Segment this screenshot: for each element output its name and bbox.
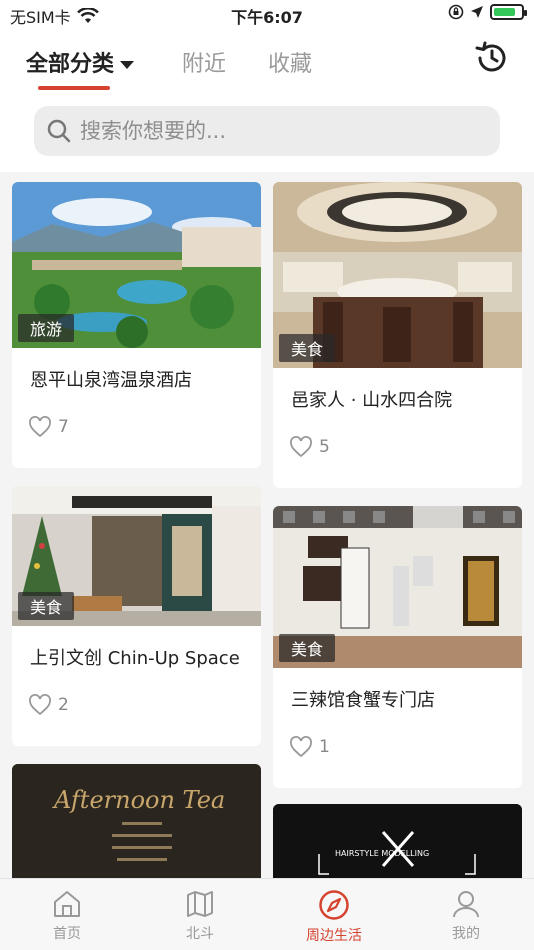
- dining-hall-photo: 美食: [273, 506, 522, 668]
- category-badge: 美食: [18, 592, 75, 620]
- category-badge: 旅游: [18, 314, 75, 342]
- history-icon[interactable]: [474, 40, 510, 76]
- compass-icon: [319, 890, 349, 920]
- profile-icon: [453, 891, 479, 918]
- like-row[interactable]: 7: [12, 392, 261, 456]
- tab-beidou[interactable]: 北斗: [155, 889, 245, 943]
- afternoon-tea-photo: Afternoon Tea: [12, 764, 261, 878]
- search-input[interactable]: [80, 119, 460, 143]
- battery-icon: [490, 4, 527, 20]
- battery-level: [494, 8, 515, 16]
- heart-icon[interactable]: [28, 416, 52, 438]
- location-icon: [471, 6, 483, 18]
- heart-icon[interactable]: [28, 694, 52, 716]
- tab-favorites[interactable]: 收藏: [268, 46, 312, 78]
- like-count: 1: [319, 737, 330, 757]
- search-bar[interactable]: [34, 106, 500, 156]
- tab-profile[interactable]: 我的: [421, 889, 511, 943]
- tab-nearby-life-label: 周边生活: [306, 928, 362, 944]
- place-card[interactable]: 美食 三辣馆食蟹专门店 1: [273, 506, 522, 788]
- restaurant-photo: 美食: [273, 182, 522, 368]
- place-card[interactable]: HAIRSTYLE MODELLING: [273, 804, 522, 878]
- cafe-photo: 美食: [12, 486, 261, 626]
- like-row[interactable]: 2: [12, 670, 261, 734]
- home-icon: [54, 891, 80, 917]
- status-bar: 无SIM卡 下午6:07: [0, 0, 534, 30]
- place-card[interactable]: Afternoon Tea: [12, 764, 261, 878]
- category-badge: 美食: [279, 634, 336, 662]
- like-row[interactable]: 5: [273, 412, 522, 476]
- search-icon: [47, 119, 71, 143]
- tab-home-label: 首页: [53, 926, 81, 942]
- tab-profile-label: 我的: [452, 926, 480, 942]
- tab-home[interactable]: 首页: [22, 889, 112, 943]
- top-navigation: 全部分类 附近 收藏: [0, 30, 534, 100]
- place-card[interactable]: 旅游 恩平山泉湾温泉酒店 7: [12, 182, 261, 468]
- place-title: 邑家人 · 山水四合院: [291, 390, 453, 411]
- hairstyle-text: HAIRSTYLE MODELLING: [335, 849, 429, 858]
- place-card[interactable]: 美食 邑家人 · 山水四合院 5: [273, 182, 522, 488]
- map-icon: [187, 891, 213, 917]
- caret-down-icon: [120, 61, 135, 69]
- active-tab-indicator: [38, 86, 110, 90]
- like-count: 5: [319, 437, 330, 457]
- heart-icon[interactable]: [289, 736, 313, 758]
- place-title: 上引文创 Chin-Up Space: [30, 648, 240, 669]
- status-icons: [448, 4, 527, 20]
- tab-all-categories-label: 全部分类: [26, 52, 115, 77]
- resort-photo: 旅游: [12, 182, 261, 348]
- tab-all-categories[interactable]: 全部分类: [26, 46, 135, 78]
- like-count: 2: [58, 695, 69, 715]
- bottom-tab-bar: 首页 北斗 周边生活 我的: [0, 878, 534, 950]
- like-row[interactable]: 1: [273, 712, 522, 776]
- hairstyle-photo: HAIRSTYLE MODELLING: [273, 804, 522, 878]
- tab-beidou-label: 北斗: [186, 926, 214, 942]
- search-section: [0, 100, 534, 172]
- place-feed[interactable]: 旅游 恩平山泉湾温泉酒店 7 美食 邑家人 · 山水四合院 5 美食 上引文创 …: [0, 172, 534, 878]
- place-title: 恩平山泉湾温泉酒店: [30, 370, 192, 391]
- tab-nearby[interactable]: 附近: [182, 46, 226, 78]
- tab-nearby-life[interactable]: 周边生活: [289, 889, 379, 945]
- place-card[interactable]: 美食 上引文创 Chin-Up Space 2: [12, 486, 261, 746]
- place-title: 三辣馆食蟹专门店: [291, 690, 435, 711]
- heart-icon[interactable]: [289, 436, 313, 458]
- afternoon-tea-text: Afternoon Tea: [52, 786, 225, 814]
- like-count: 7: [58, 417, 69, 437]
- orientation-lock-icon: [448, 4, 464, 20]
- category-badge: 美食: [279, 334, 336, 362]
